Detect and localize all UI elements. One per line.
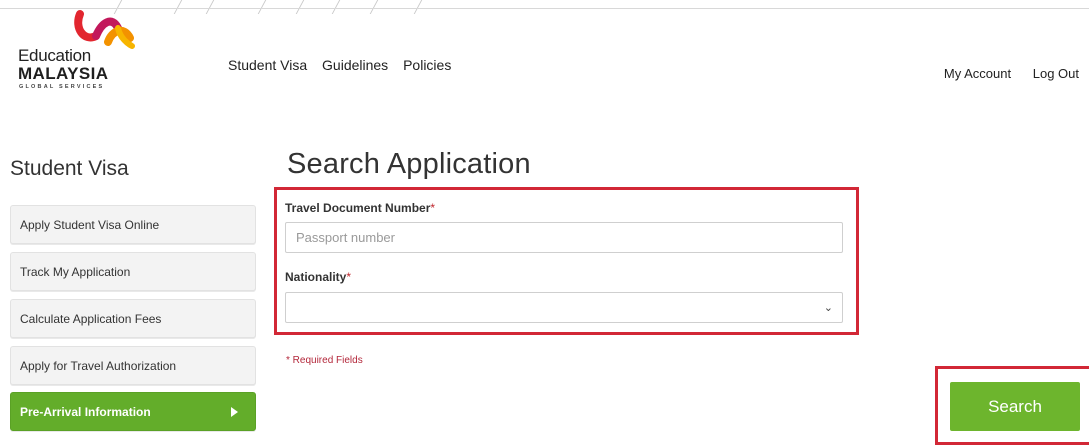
logo-text-malaysia: MALAYSIA <box>18 64 109 83</box>
nationality-select[interactable]: ⌄ <box>285 292 843 323</box>
travel-document-label-text: Travel Document Number <box>285 201 431 215</box>
required-marker: * <box>430 201 436 215</box>
sidebar-item-label: Pre-Arrival Information <box>20 405 151 419</box>
search-button[interactable]: Search <box>950 382 1080 431</box>
page-title: Search Application <box>287 148 531 180</box>
required-fields-note: * Required Fields <box>286 355 363 366</box>
required-marker: * <box>346 270 352 284</box>
education-malaysia-logo[interactable]: Education MALAYSIA GLOBAL SERVICES <box>18 8 158 90</box>
sidebar-item-pre-arrival[interactable]: Pre-Arrival Information <box>10 392 256 431</box>
travel-document-label: Travel Document Number* <box>285 201 435 215</box>
sidebar-title: Student Visa <box>10 157 129 180</box>
sidebar-item-label: Apply Student Visa Online <box>20 218 160 232</box>
chevron-down-icon: ⌄ <box>823 302 833 314</box>
logout-link[interactable]: Log Out <box>1033 66 1079 81</box>
logo-mark-icon <box>74 10 135 49</box>
nationality-label: Nationality* <box>285 270 351 284</box>
top-nav: Student Visa Guidelines Policies <box>228 57 462 73</box>
passport-number-input[interactable] <box>285 222 843 253</box>
sidebar-item-label: Calculate Application Fees <box>20 312 162 326</box>
sidebar-item-track-application[interactable]: Track My Application <box>10 252 256 291</box>
sidebar-item-travel-authorization[interactable]: Apply for Travel Authorization <box>10 346 256 385</box>
top-decoration <box>0 0 1089 14</box>
sidebar-item-calculate-fees[interactable]: Calculate Application Fees <box>10 299 256 338</box>
sidebar-item-label: Track My Application <box>20 265 131 279</box>
top-divider <box>0 8 1089 9</box>
logo-text-global-services: GLOBAL SERVICES <box>19 84 105 90</box>
my-account-link[interactable]: My Account <box>944 66 1011 81</box>
nav-guidelines[interactable]: Guidelines <box>322 57 388 73</box>
account-links: My Account Log Out <box>926 66 1079 81</box>
nationality-label-text: Nationality <box>285 270 347 284</box>
nav-student-visa[interactable]: Student Visa <box>228 57 307 73</box>
sidebar-item-apply-student-visa[interactable]: Apply Student Visa Online <box>10 205 256 244</box>
caret-right-icon <box>231 407 238 417</box>
logo-text-education: Education <box>18 46 91 65</box>
sidebar-item-label: Apply for Travel Authorization <box>20 359 177 373</box>
nav-policies[interactable]: Policies <box>403 57 451 73</box>
